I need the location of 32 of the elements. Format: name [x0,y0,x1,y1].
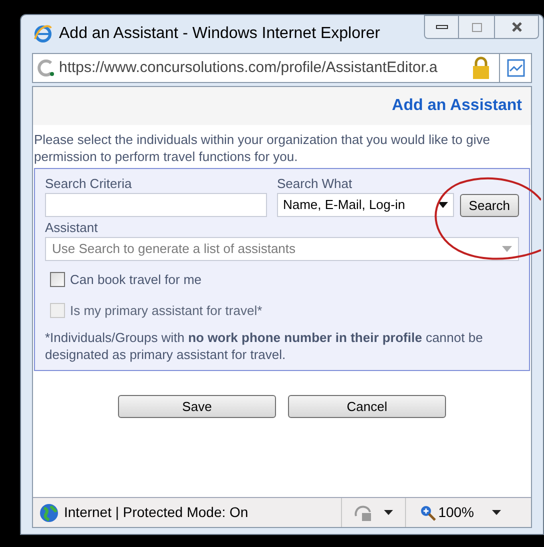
close-icon [510,22,522,32]
caret-icon[interactable] [492,510,501,515]
zoom-icon[interactable] [420,504,436,520]
compatibility-icon[interactable] [506,59,524,77]
page-heading: Add an Assistant [392,96,522,116]
assistant-dropdown[interactable]: Use Search to generate a list of assistants [45,237,519,261]
browser-logo-icon [33,24,53,44]
field-label: Search Criteria [45,175,133,193]
minimize-button[interactable] [424,15,459,39]
dropdown-arrow-icon [438,202,448,208]
loading-icon [37,59,55,77]
caret-icon[interactable] [384,510,394,515]
checkbox[interactable] [50,272,65,288]
dropdown-arrow-icon [502,246,512,252]
lock-icon [471,56,491,80]
security-zone-text: Internet | Protected Mode: On [64,503,250,522]
search-criteria-field[interactable] [45,193,267,217]
field-label: Assistant [45,219,99,237]
close-button[interactable] [494,15,539,39]
note-text: *Individuals/Groups with no work phone number in their profile cannot be designated as primary assistant for travel. [45,329,484,363]
cancel-button[interactable]: Cancel [288,395,446,418]
search-what-dropdown[interactable]: Name, E-Mail, Log-in [276,193,454,217]
search-button[interactable]: Search [460,194,519,217]
checkbox-label: Is my primary assistant for travel* [70,302,262,320]
url-text: https://www.concursolutions.com/profile/AssistantEditor.a [59,58,438,78]
save-button[interactable]: Save [118,395,276,418]
window-title: Add an Assistant - Windows Internet Explorer [59,24,380,44]
checkbox-label: Can book travel for me [70,271,202,289]
globe-icon [39,502,59,522]
zoom-level[interactable]: 100% [438,502,474,523]
intro-text: Please select the individuals within your organization that you would like to give permission to perform travel functions for you. [33,131,491,165]
field-label: Search What [276,175,354,193]
